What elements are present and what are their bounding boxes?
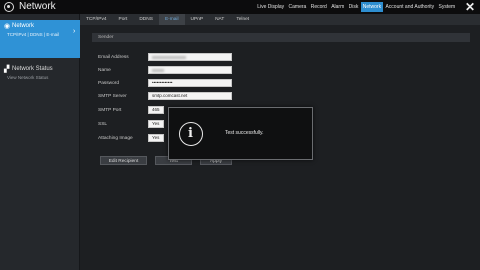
message-dialog: i Test successfully. [168, 107, 313, 160]
dialog-message: Test successfully. [225, 130, 264, 136]
info-icon: i [179, 122, 203, 146]
app-window: Network Live Display Camera Record Alarm… [0, 0, 480, 270]
dialog-overlay: i Test successfully. [0, 0, 480, 270]
